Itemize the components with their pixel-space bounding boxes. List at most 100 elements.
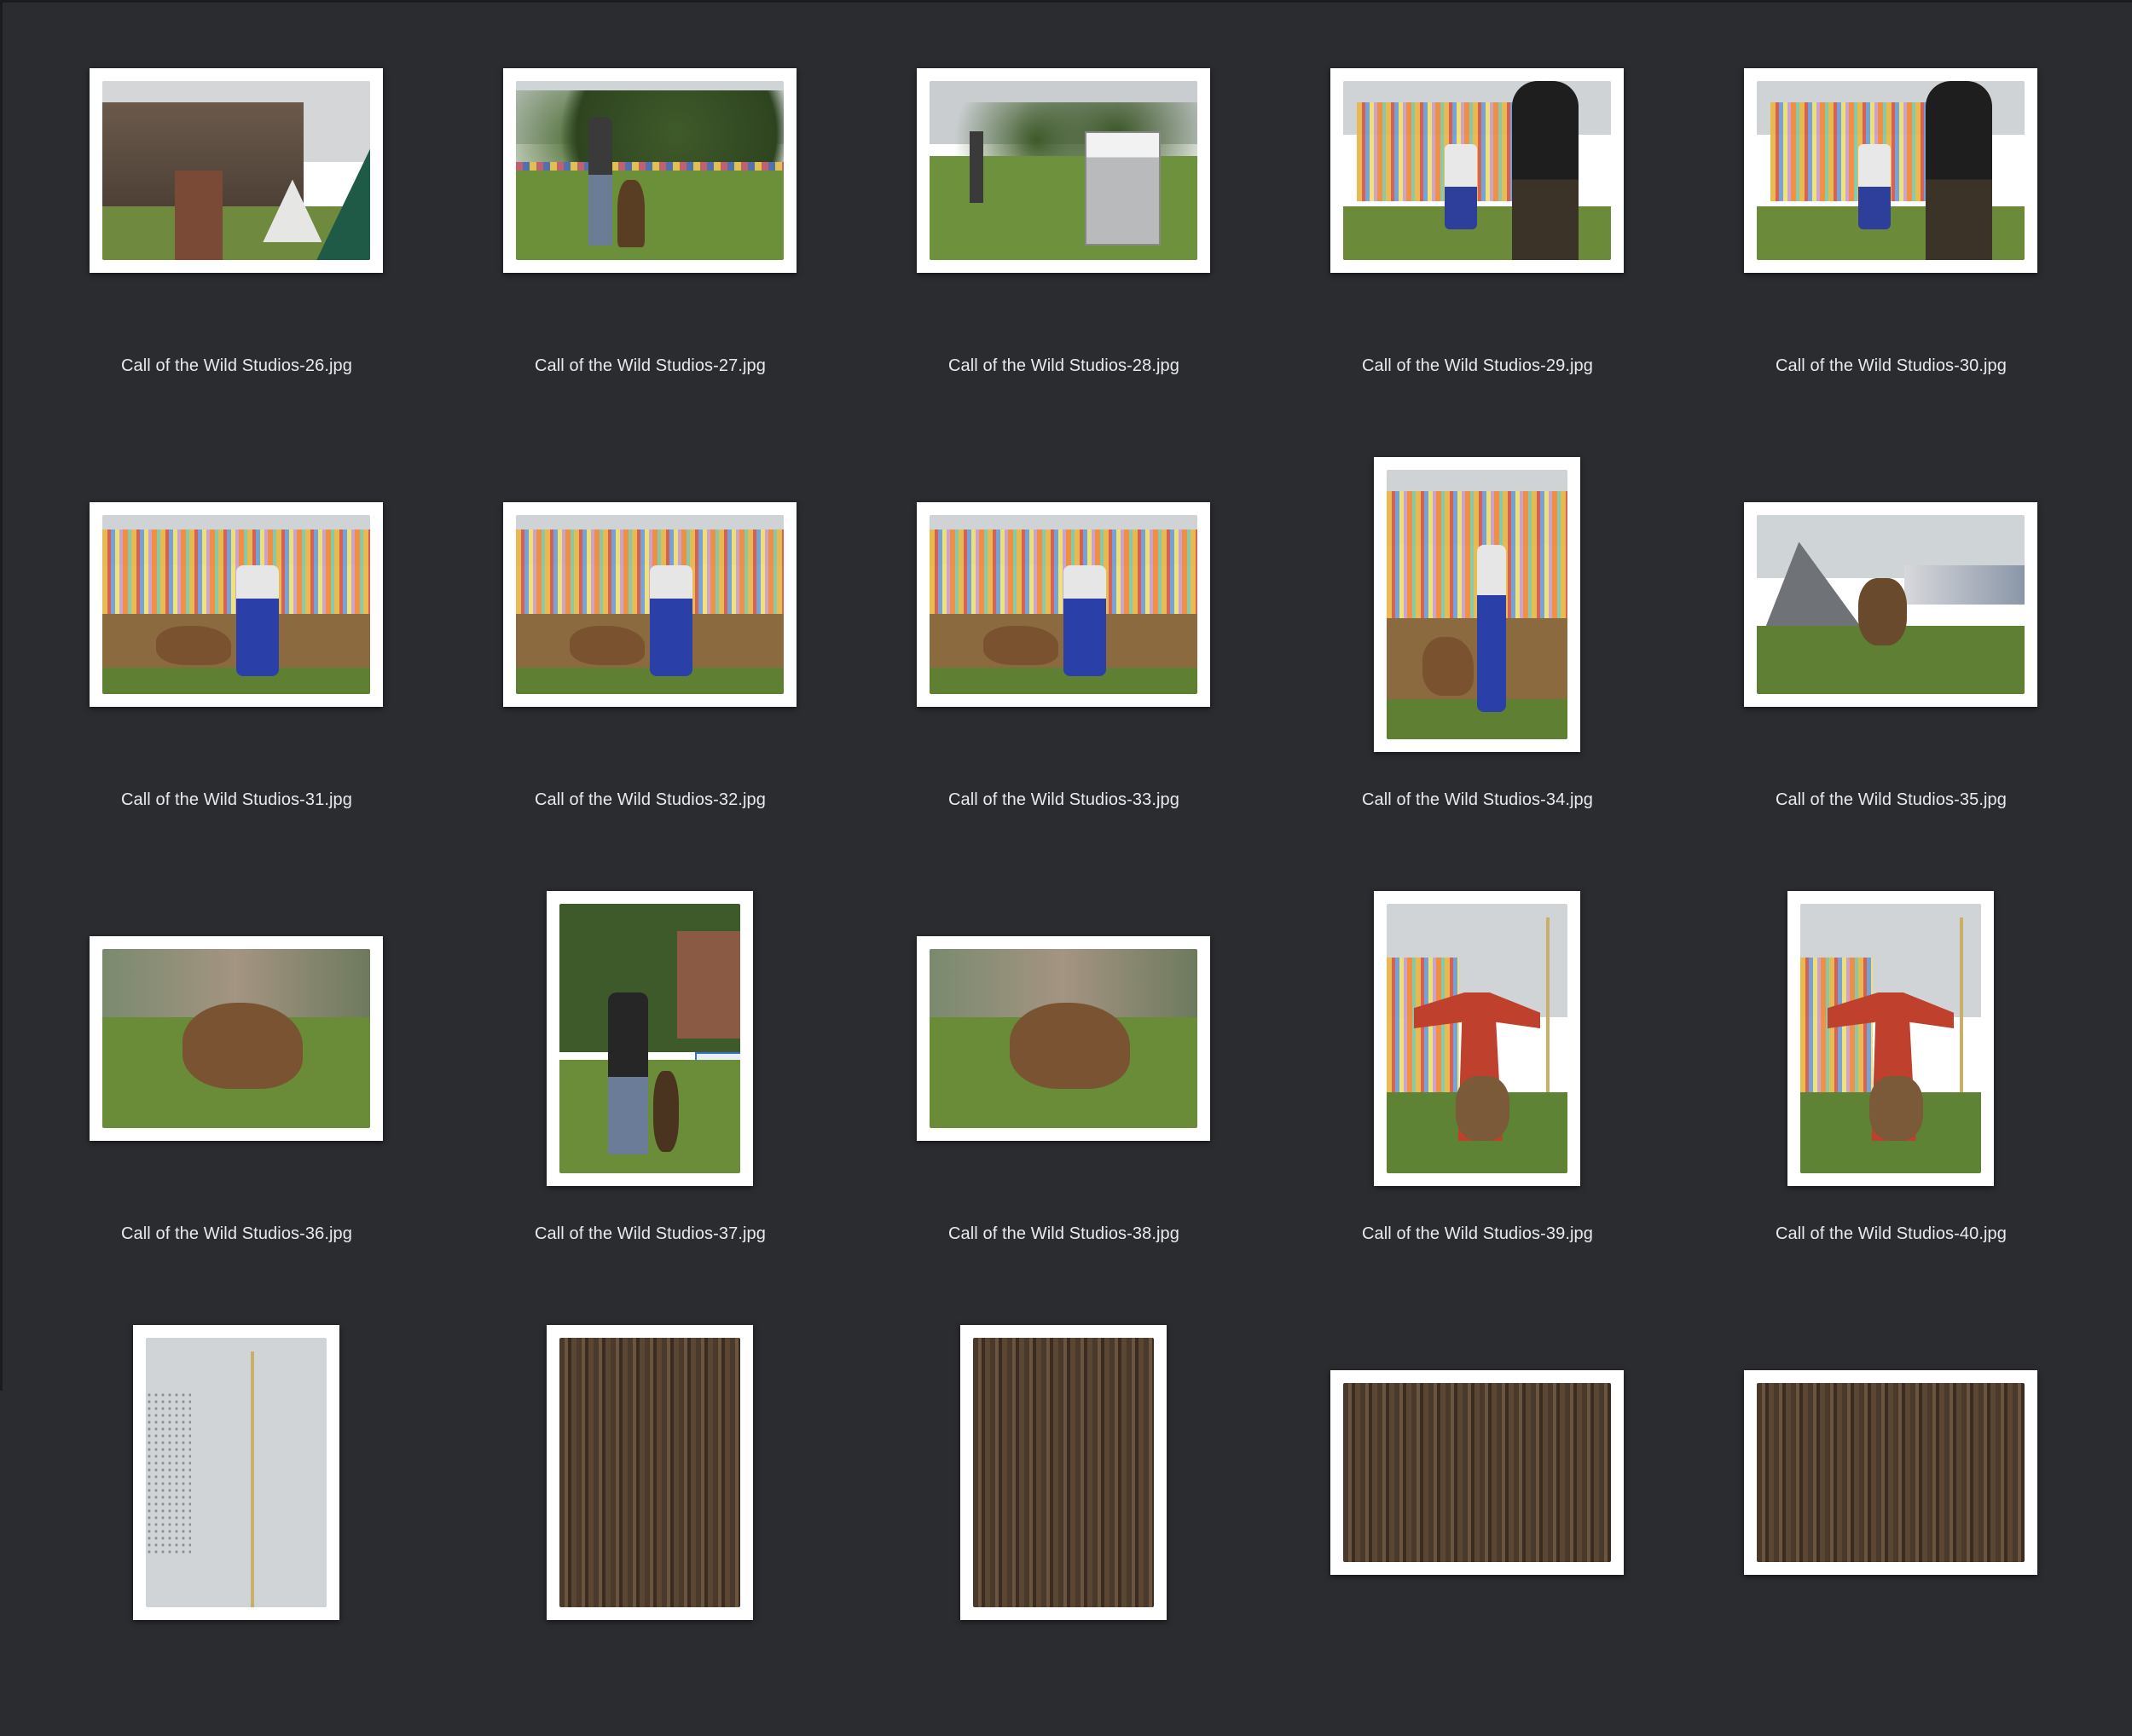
thumbnail-wrap: [857, 0, 1271, 341]
thumbnail-photo: [1387, 904, 1567, 1173]
photo-person: [650, 564, 693, 676]
thumbnail-cell[interactable]: Call of the Wild Studios-34.jpg: [1271, 434, 1684, 868]
thumbnail-wrap: [1271, 434, 1684, 775]
thumbnail-filename: Call of the Wild Studios-39.jpg: [1361, 1224, 1593, 1243]
thumbnail-photo: [102, 81, 370, 260]
thumbnail-cell[interactable]: Call of the Wild Studios-36.jpg: [30, 868, 443, 1302]
thumbnail-wrap: [857, 434, 1271, 775]
thumbnail-cell[interactable]: Call of the Wild Studios-33.jpg: [857, 434, 1271, 868]
thumbnail-frame[interactable]: [90, 68, 383, 273]
thumbnail-frame[interactable]: [1330, 1370, 1624, 1575]
thumbnail-filename: Call of the Wild Studios-30.jpg: [1775, 356, 2007, 375]
thumbnail-cell[interactable]: Call of the Wild Studios-29.jpg: [1271, 0, 1684, 434]
photo-foreground-figure: [1511, 81, 1579, 260]
thumbnail-cell[interactable]: Call of the Wild Studios-38.jpg: [857, 868, 1271, 1302]
photo-dog: [1868, 1076, 1924, 1142]
thumbnail-filename: Call of the Wild Studios-26.jpg: [120, 356, 352, 375]
thumbnail-cell[interactable]: Call of the Wild Studios-39.jpg: [1271, 868, 1684, 1302]
thumbnail-frame[interactable]: [1330, 68, 1624, 273]
thumbnail-filename: Call of the Wild Studios-32.jpg: [534, 790, 766, 809]
thumbnail-frame[interactable]: [917, 936, 1210, 1141]
thumbnail-frame[interactable]: [133, 1325, 339, 1620]
photo-person: [1477, 545, 1506, 713]
thumbnail-photo: [516, 515, 784, 694]
photo-trees: [516, 90, 784, 162]
thumbnail-cell[interactable]: [443, 1302, 857, 1736]
thumbnail-photo: [1757, 1383, 2025, 1562]
photo-dog: [1858, 577, 1907, 646]
thumbnail-cell[interactable]: [857, 1302, 1271, 1736]
thumbnail-photo: [1343, 81, 1611, 260]
thumbnail-filename: Call of the Wild Studios-36.jpg: [120, 1224, 352, 1243]
thumbnail-frame[interactable]: [90, 502, 383, 707]
thumbnail-wrap: [30, 0, 443, 341]
photo-dog: [1010, 1003, 1131, 1089]
thumbnail-photo: [1757, 81, 2025, 260]
thumbnail-frame[interactable]: [960, 1325, 1167, 1620]
photo-dog: [182, 1003, 304, 1089]
thumbnail-frame[interactable]: [547, 1325, 753, 1620]
thumbnail-frame[interactable]: [1744, 502, 2037, 707]
photo-dog: [569, 626, 645, 666]
thumbnail-cell[interactable]: Call of the Wild Studios-31.jpg: [30, 434, 443, 868]
thumbnail-frame[interactable]: [503, 502, 797, 707]
thumbnail-frame[interactable]: [547, 891, 753, 1186]
thumbnail-wrap: [1271, 0, 1684, 341]
photo-ground: [516, 166, 784, 260]
thumbnail-frame[interactable]: [90, 936, 383, 1141]
photo-vehicles: [1903, 564, 2025, 605]
thumbnail-frame[interactable]: [917, 502, 1210, 707]
thumbnail-filename: Call of the Wild Studios-29.jpg: [1361, 356, 1593, 375]
thumbnail-photo: [559, 1338, 740, 1607]
thumbnail-photo: [1800, 904, 1981, 1173]
thumbnail-cell[interactable]: Call of the Wild Studios-37.jpg: [443, 868, 857, 1302]
photo-person: [588, 117, 613, 246]
thumbnail-cell[interactable]: [30, 1302, 443, 1736]
thumbnail-wrap: [857, 1302, 1271, 1643]
thumbnail-cell[interactable]: Call of the Wild Studios-40.jpg: [1684, 868, 2098, 1302]
thumbnail-cell[interactable]: Call of the Wild Studios-27.jpg: [443, 0, 857, 434]
thumbnail-photo: [1387, 470, 1567, 739]
thumbnail-frame[interactable]: [1374, 457, 1580, 752]
thumbnail-frame[interactable]: [1787, 891, 1994, 1186]
thumbnail-frame[interactable]: [917, 68, 1210, 273]
photo-person: [236, 564, 280, 676]
thumbnail-filename: Call of the Wild Studios-28.jpg: [947, 356, 1179, 375]
thumbnail-wrap: [30, 1302, 443, 1643]
thumbnail-wrap: [1684, 1302, 2098, 1643]
thumbnail-cell[interactable]: [1271, 1302, 1684, 1736]
photo-person: [608, 992, 648, 1154]
thumbnail-wrap: [443, 868, 857, 1209]
thumbnail-cell[interactable]: Call of the Wild Studios-35.jpg: [1684, 434, 2098, 868]
thumbnail-photo: [102, 515, 370, 694]
thumbnail-wrap: [30, 868, 443, 1209]
photo-dog: [155, 626, 231, 666]
thumbnail-cell[interactable]: Call of the Wild Studios-26.jpg: [30, 0, 443, 434]
photo-dog: [1455, 1076, 1510, 1142]
thumbnail-cell[interactable]: Call of the Wild Studios-30.jpg: [1684, 0, 2098, 434]
photo-dog: [982, 626, 1058, 666]
photo-wood: [559, 1338, 740, 1607]
thumbnail-filename: Call of the Wild Studios-27.jpg: [534, 356, 766, 375]
thumbnail-wrap: [30, 434, 443, 775]
thumbnail-wrap: [443, 1302, 857, 1643]
thumbnail-filename: Call of the Wild Studios-40.jpg: [1775, 1224, 2007, 1243]
thumbnail-cell[interactable]: [1684, 1302, 2098, 1736]
thumbnail-photo: [559, 904, 740, 1173]
thumbnail-frame[interactable]: [1744, 1370, 2037, 1575]
photo-foreground-figure: [1925, 81, 1993, 260]
thumbnail-frame[interactable]: [1374, 891, 1580, 1186]
thumbnail-photo: [516, 81, 784, 260]
photo-dog: [1422, 636, 1474, 697]
thumbnail-wrap: [1271, 1302, 1684, 1643]
thumbnail-frame[interactable]: [503, 68, 797, 273]
thumbnail-cell[interactable]: Call of the Wild Studios-32.jpg: [443, 434, 857, 868]
thumbnail-photo: [930, 515, 1197, 694]
thumbnail-cell[interactable]: Call of the Wild Studios-28.jpg: [857, 0, 1271, 434]
thumbnail-filename: Call of the Wild Studios-38.jpg: [947, 1224, 1179, 1243]
thumbnail-frame[interactable]: [1744, 68, 2037, 273]
photo-bunting: [516, 161, 784, 171]
thumbnail-photo: [930, 81, 1197, 260]
thumbnail-photo: [102, 949, 370, 1128]
thumbnail-grid: Call of the Wild Studios-26.jpg Call of t…: [0, 0, 2132, 1620]
